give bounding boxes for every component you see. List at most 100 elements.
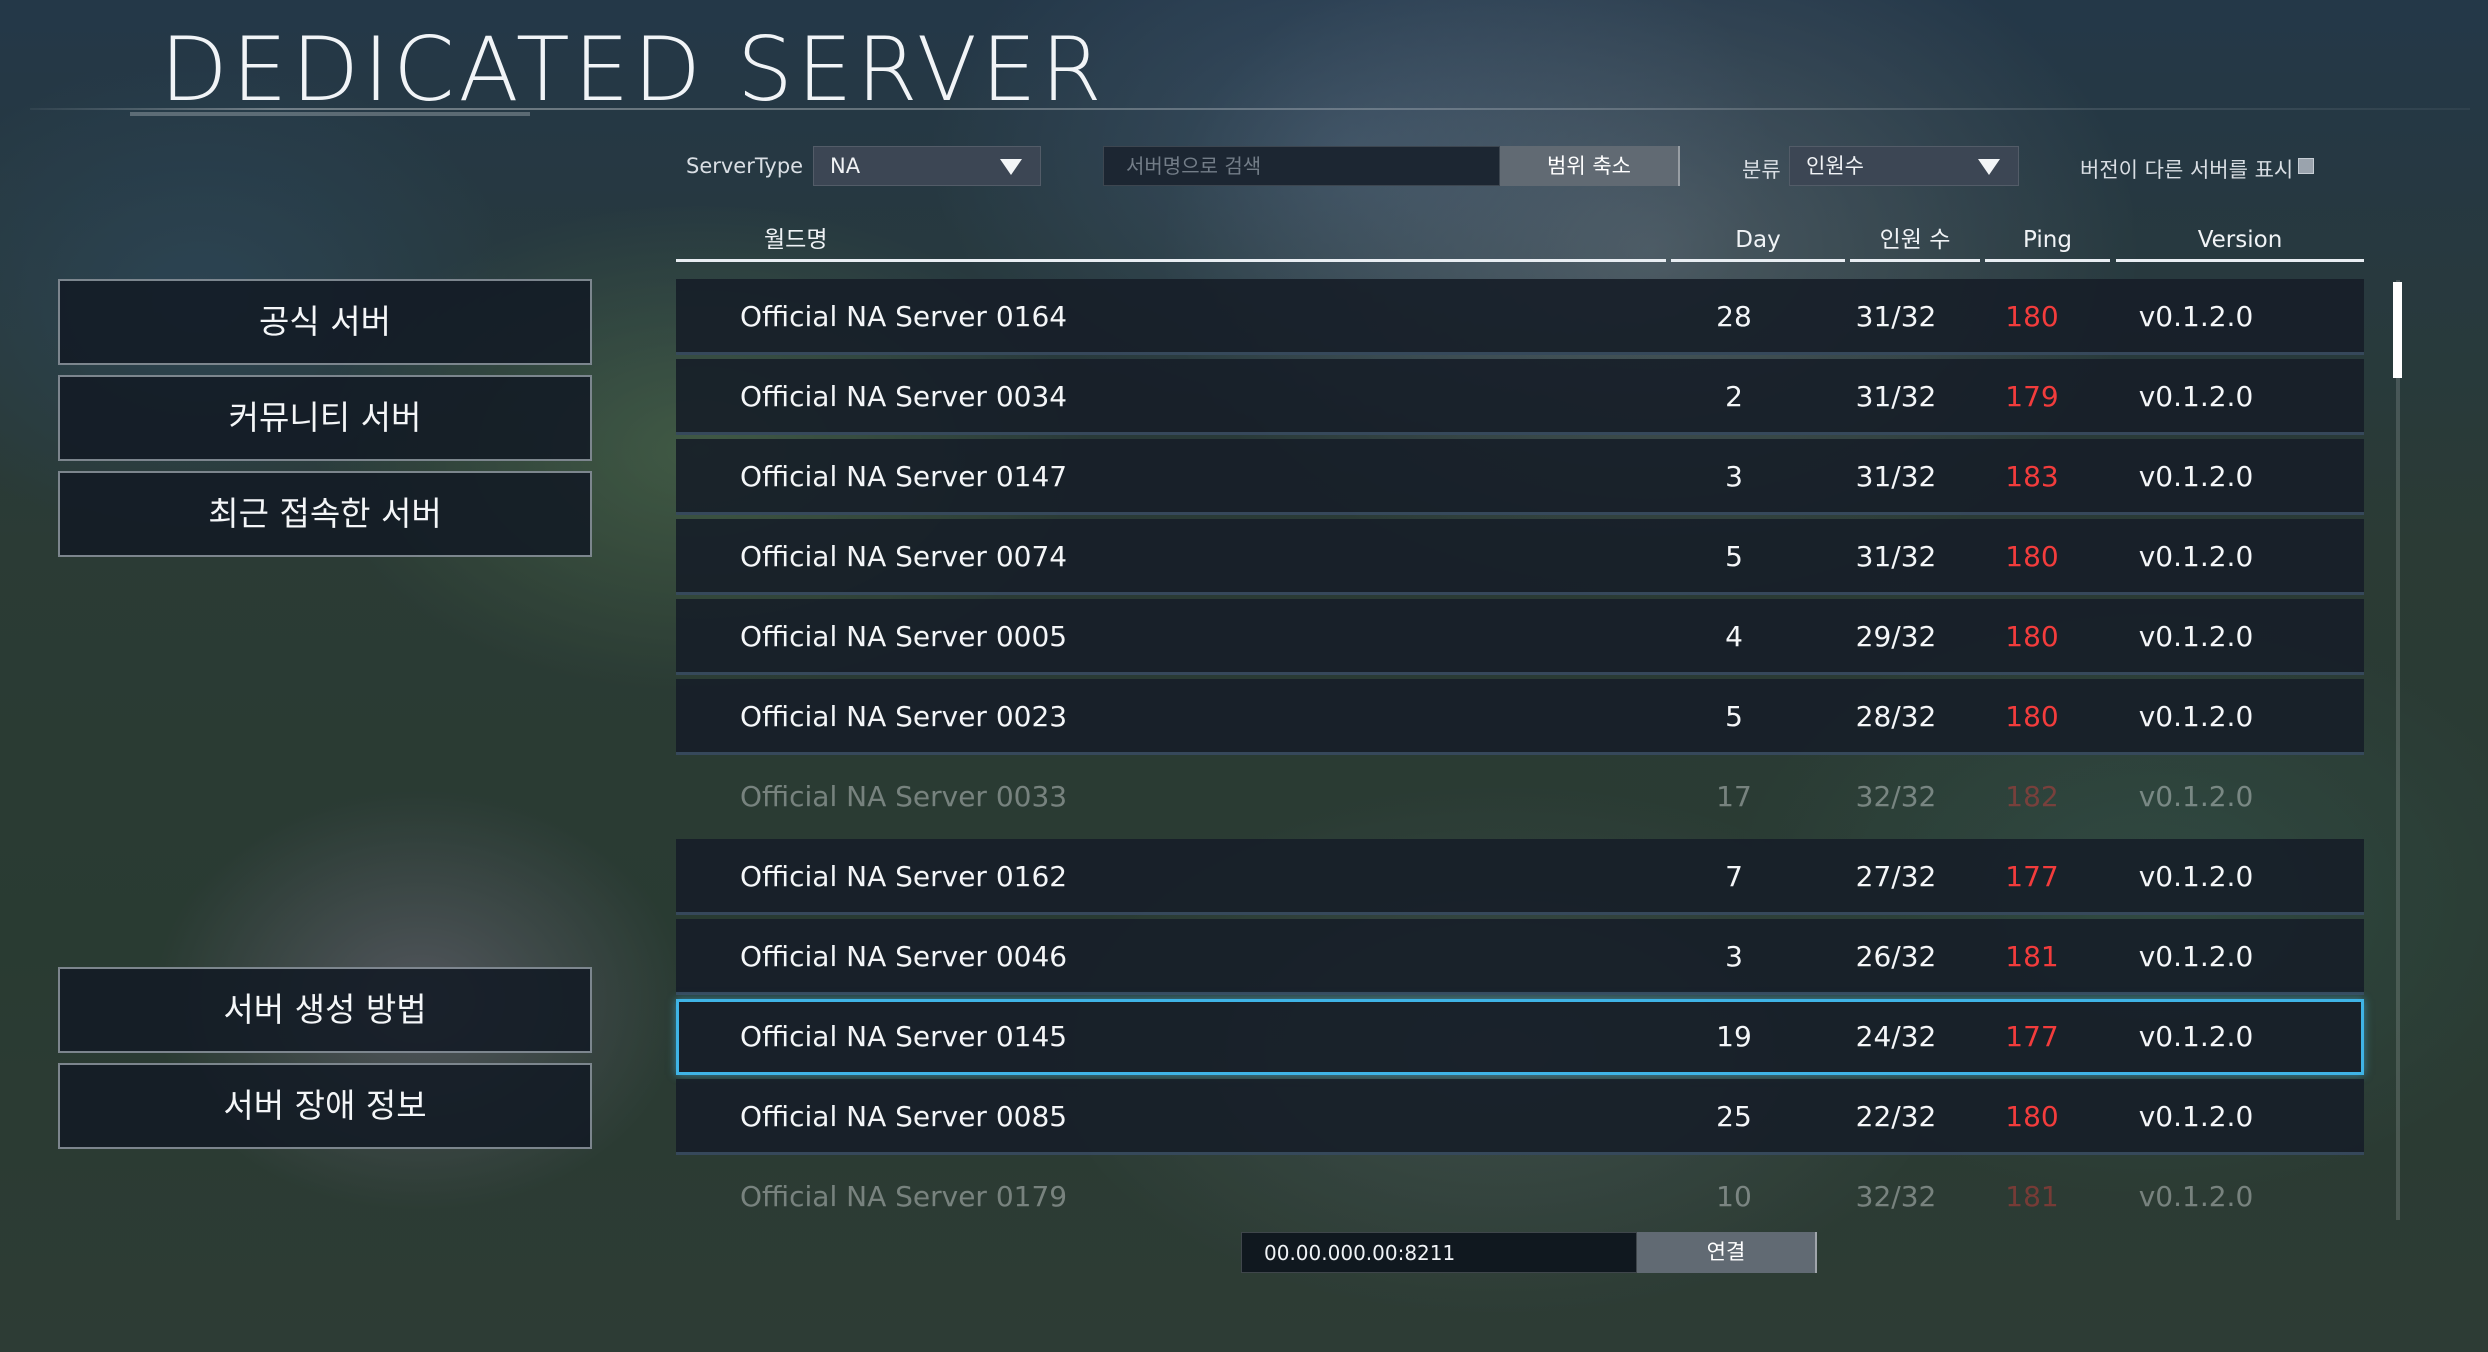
server-version: v0.1.2.0 — [2138, 380, 2254, 413]
server-howto-button[interactable]: 서버 생성 방법 — [58, 967, 592, 1053]
server-day: 28 — [1716, 300, 1752, 333]
server-version: v0.1.2.0 — [2138, 1100, 2254, 1133]
scrollbar-thumb[interactable] — [2393, 282, 2402, 378]
header-world-name[interactable]: 월드명 — [676, 222, 1666, 262]
server-day: 3 — [1725, 940, 1743, 973]
server-ping: 177 — [2005, 1020, 2059, 1053]
server-players: 31/32 — [1855, 380, 1937, 413]
server-day: 17 — [1716, 780, 1752, 813]
server-name: Official NA Server 0085 — [740, 1100, 1068, 1133]
server-ping: 182 — [2005, 780, 2059, 813]
server-players: 32/32 — [1855, 780, 1937, 813]
server-name: Official NA Server 0074 — [740, 540, 1068, 573]
server-row-selected[interactable]: Official NA Server 0145 19 24/32 177 v0.… — [676, 999, 2364, 1075]
server-name: Official NA Server 0162 — [740, 860, 1068, 893]
server-ping: 180 — [2005, 540, 2059, 573]
server-version: v0.1.2.0 — [2138, 780, 2254, 813]
server-name: Official NA Server 0147 — [740, 460, 1068, 493]
server-day: 4 — [1725, 620, 1743, 653]
server-players: 24/32 — [1855, 1020, 1937, 1053]
header-version[interactable]: Version — [2116, 222, 2364, 262]
server-ping: 180 — [2005, 620, 2059, 653]
server-ping: 177 — [2005, 860, 2059, 893]
server-players: 32/32 — [1855, 1180, 1937, 1213]
server-day: 10 — [1716, 1180, 1752, 1213]
server-ping: 179 — [2005, 380, 2059, 413]
narrow-search-button[interactable]: 범위 축소 — [1500, 146, 1680, 186]
header-day[interactable]: Day — [1671, 222, 1845, 262]
server-row[interactable]: Official NA Server 0147 3 31/32 183 v0.1… — [676, 439, 2364, 515]
show-other-version-label: 버전이 다른 서버를 표시 — [2080, 158, 2294, 182]
server-row[interactable]: Official NA Server 0162 7 27/32 177 v0.1… — [676, 839, 2364, 915]
server-players: 31/32 — [1855, 460, 1937, 493]
server-name: Official NA Server 0034 — [740, 380, 1068, 413]
connect-button[interactable]: 연결 — [1637, 1232, 1817, 1273]
server-day: 19 — [1716, 1020, 1752, 1053]
server-players: 29/32 — [1855, 620, 1937, 653]
recent-server-button[interactable]: 최근 접속한 서버 — [58, 471, 592, 557]
server-ping: 180 — [2005, 1100, 2059, 1133]
server-row-full[interactable]: Official NA Server 0033 17 32/32 182 v0.… — [676, 759, 2364, 835]
server-day: 25 — [1716, 1100, 1752, 1133]
server-version: v0.1.2.0 — [2138, 860, 2254, 893]
server-name: Official NA Server 0005 — [740, 620, 1068, 653]
server-type-dropdown[interactable]: NA — [813, 146, 1041, 186]
title-accent-bar — [130, 112, 530, 116]
server-search-input[interactable] — [1104, 147, 1499, 185]
community-server-button[interactable]: 커뮤니티 서버 — [58, 375, 592, 461]
header-ping[interactable]: Ping — [1985, 222, 2110, 262]
server-players: 31/32 — [1855, 540, 1937, 573]
server-list-scrollbar[interactable] — [2396, 280, 2400, 1220]
server-row[interactable]: Official NA Server 0005 4 29/32 180 v0.1… — [676, 599, 2364, 675]
server-row-full[interactable]: Official NA Server 0179 10 32/32 181 v0.… — [676, 1159, 2364, 1235]
server-ping: 180 — [2005, 700, 2059, 733]
server-version: v0.1.2.0 — [2138, 460, 2254, 493]
official-server-button[interactable]: 공식 서버 — [58, 279, 592, 365]
server-ping: 180 — [2005, 300, 2059, 333]
server-name: Official NA Server 0046 — [740, 940, 1068, 973]
server-version: v0.1.2.0 — [2138, 700, 2254, 733]
server-outage-button[interactable]: 서버 장애 정보 — [58, 1063, 592, 1149]
server-players: 26/32 — [1855, 940, 1937, 973]
server-players: 27/32 — [1855, 860, 1937, 893]
server-name: Official NA Server 0145 — [740, 1020, 1068, 1053]
show-other-version-checkbox[interactable] — [2298, 158, 2314, 174]
server-ping: 181 — [2005, 940, 2059, 973]
server-row[interactable]: Official NA Server 0074 5 31/32 180 v0.1… — [676, 519, 2364, 595]
server-name: Official NA Server 0023 — [740, 700, 1068, 733]
sort-dropdown[interactable]: 인원수 — [1789, 146, 2019, 186]
sort-label: 분류 — [1742, 158, 1781, 182]
server-day: 7 — [1725, 860, 1743, 893]
sort-value: 인원수 — [1806, 154, 1864, 178]
dropdown-arrow-icon — [1978, 159, 2000, 175]
server-version: v0.1.2.0 — [2138, 1020, 2254, 1053]
server-day: 3 — [1725, 460, 1743, 493]
server-type-value: NA — [830, 154, 861, 178]
server-ping: 181 — [2005, 1180, 2059, 1213]
server-day: 2 — [1725, 380, 1743, 413]
server-ping: 183 — [2005, 460, 2059, 493]
server-name: Official NA Server 0033 — [740, 780, 1068, 813]
server-row[interactable]: Official NA Server 0085 25 22/32 180 v0.… — [676, 1079, 2364, 1155]
server-row[interactable]: Official NA Server 0034 2 31/32 179 v0.1… — [676, 359, 2364, 435]
server-row[interactable]: Official NA Server 0023 5 28/32 180 v0.1… — [676, 679, 2364, 755]
server-version: v0.1.2.0 — [2138, 540, 2254, 573]
server-row[interactable]: Official NA Server 0046 3 26/32 181 v0.1… — [676, 919, 2364, 995]
server-version: v0.1.2.0 — [2138, 620, 2254, 653]
server-name: Official NA Server 0179 — [740, 1180, 1068, 1213]
server-players: 22/32 — [1855, 1100, 1937, 1133]
title-divider — [30, 108, 2470, 110]
server-day: 5 — [1725, 540, 1743, 573]
server-row[interactable]: Official NA Server 0164 28 31/32 180 v0.… — [676, 279, 2364, 355]
ip-address-field[interactable] — [1241, 1232, 1637, 1273]
server-players: 28/32 — [1855, 700, 1937, 733]
server-search-field[interactable] — [1103, 146, 1500, 186]
header-players[interactable]: 인원 수 — [1850, 222, 1980, 262]
server-version: v0.1.2.0 — [2138, 940, 2254, 973]
ip-address-input[interactable] — [1242, 1233, 1636, 1272]
dropdown-arrow-icon — [1000, 159, 1022, 175]
server-name: Official NA Server 0164 — [740, 300, 1068, 333]
server-version: v0.1.2.0 — [2138, 300, 2254, 333]
server-version: v0.1.2.0 — [2138, 1180, 2254, 1213]
server-players: 31/32 — [1855, 300, 1937, 333]
